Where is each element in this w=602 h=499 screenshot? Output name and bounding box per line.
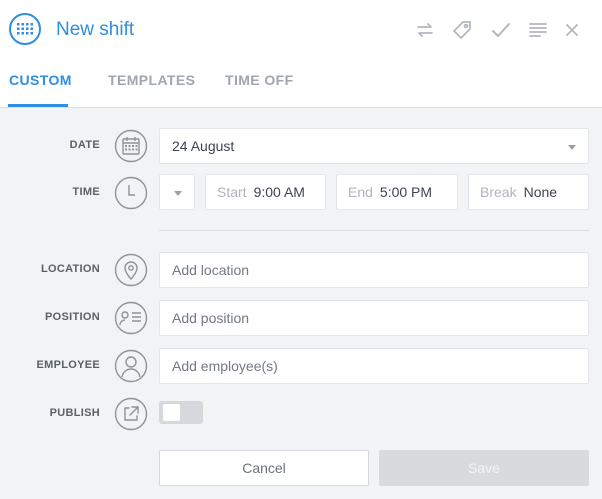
- tab-custom[interactable]: CUSTOM: [9, 72, 72, 88]
- date-select[interactable]: 24 August: [159, 128, 589, 164]
- clock-icon: [114, 176, 148, 210]
- start-time-field[interactable]: Start 9:00 AM: [205, 174, 326, 210]
- check-icon[interactable]: [490, 19, 512, 41]
- chevron-down-icon: [174, 191, 182, 196]
- position-input[interactable]: Add position: [159, 300, 589, 336]
- employee-input[interactable]: Add employee(s): [159, 348, 589, 384]
- end-value: 5:00 PM: [379, 184, 433, 200]
- end-label: End: [348, 184, 373, 200]
- position-icon: [114, 301, 148, 335]
- break-field[interactable]: Break None: [468, 174, 589, 210]
- time-label: TIME: [72, 186, 100, 198]
- position-placeholder: Add position: [172, 310, 250, 326]
- position-label: POSITION: [45, 311, 100, 323]
- end-time-field[interactable]: End 5:00 PM: [336, 174, 458, 210]
- user-icon: [114, 349, 148, 383]
- start-value: 9:00 AM: [253, 184, 305, 200]
- location-placeholder: Add location: [172, 262, 250, 278]
- start-label: Start: [217, 184, 247, 200]
- chevron-down-icon: [568, 145, 576, 150]
- swap-icon[interactable]: [414, 19, 436, 41]
- external-link-icon: [114, 397, 148, 431]
- publish-toggle[interactable]: [159, 401, 203, 424]
- location-label: LOCATION: [40, 263, 100, 275]
- page-title: New shift: [56, 19, 135, 40]
- close-icon[interactable]: [561, 19, 583, 41]
- toggle-knob: [163, 404, 180, 421]
- tag-icon[interactable]: [451, 19, 473, 41]
- tab-templates[interactable]: TEMPLATES: [108, 72, 195, 88]
- location-input[interactable]: Add location: [159, 252, 589, 288]
- date-value: 24 August: [172, 138, 235, 154]
- location-pin-icon: [114, 253, 148, 287]
- break-label: Break: [480, 184, 517, 200]
- employee-label: EMPLOYEE: [36, 359, 100, 371]
- shift-list-icon: [9, 13, 41, 45]
- time-preset-select[interactable]: [159, 174, 195, 210]
- tab-time-off[interactable]: TIME OFF: [225, 72, 294, 88]
- date-label: DATE: [69, 139, 100, 151]
- save-button[interactable]: Save: [379, 450, 589, 486]
- cancel-button[interactable]: Cancel: [159, 450, 369, 486]
- active-tab-indicator: [8, 104, 68, 107]
- modal-header: New shift CUSTOM TEMPLATES TIME OFF: [0, 0, 602, 108]
- employee-placeholder: Add employee(s): [172, 358, 278, 374]
- publish-label: PUBLISH: [49, 407, 100, 419]
- notes-icon[interactable]: [527, 19, 549, 41]
- calendar-icon: [114, 129, 148, 163]
- divider: [159, 230, 589, 231]
- break-value: None: [523, 184, 558, 200]
